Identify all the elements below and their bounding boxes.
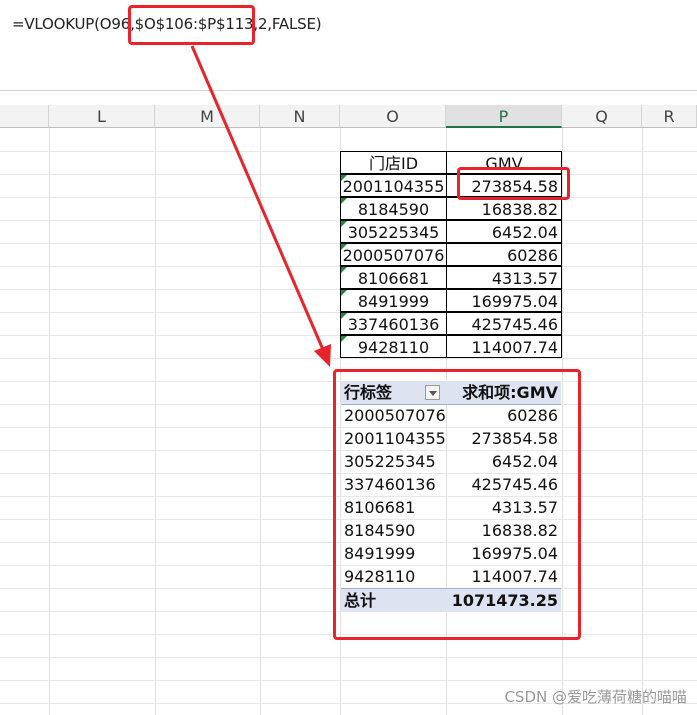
watermark: CSDN @爱吃薄荷糖的喵喵 — [504, 688, 687, 706]
annotation-arrow — [190, 45, 331, 367]
arrow-shaft — [190, 45, 326, 353]
